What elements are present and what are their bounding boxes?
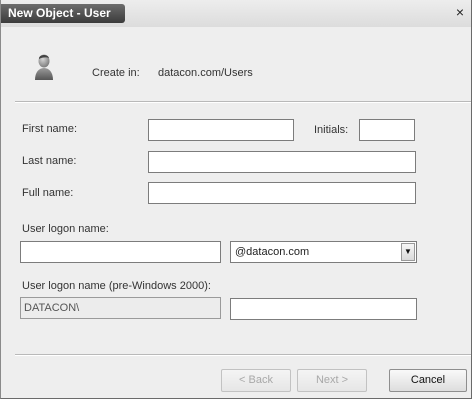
user-icon [35,54,53,80]
first-name-label: First name: [22,123,78,135]
separator [15,101,471,103]
window-title: New Object - User [1,4,125,23]
chevron-down-icon[interactable]: ▼ [401,243,415,261]
pre-windows-2000-label: User logon name (pre-Windows 2000): [22,280,211,292]
initials-field[interactable] [359,119,415,141]
close-icon[interactable]: × [453,5,467,20]
last-name-label: Last name: [22,155,77,167]
full-name-field[interactable] [148,182,416,204]
user-logon-name-field[interactable] [20,241,221,263]
new-object-user-dialog: New Object - User × Create in: datacon.c… [0,0,472,399]
separator [15,354,471,356]
last-name-field[interactable] [148,151,416,173]
upn-suffix-select[interactable]: @datacon.com ▼ [230,241,417,263]
next-button[interactable]: Next > [297,369,367,392]
create-in-label: Create in: [92,67,140,79]
title-bar[interactable]: New Object - User × [1,0,471,27]
upn-suffix-value: @datacon.com [235,246,310,258]
back-button[interactable]: < Back [221,369,291,392]
pre-windows-2000-logon-field[interactable] [230,298,417,320]
first-name-field[interactable] [148,119,294,141]
full-name-label: Full name: [22,187,74,199]
user-logon-name-label: User logon name: [22,223,109,235]
create-in-path: datacon.com/Users [158,67,253,79]
pre-windows-2000-domain-field: DATACON\ [20,297,221,319]
cancel-button[interactable]: Cancel [389,369,467,392]
initials-label: Initials: [314,124,349,136]
